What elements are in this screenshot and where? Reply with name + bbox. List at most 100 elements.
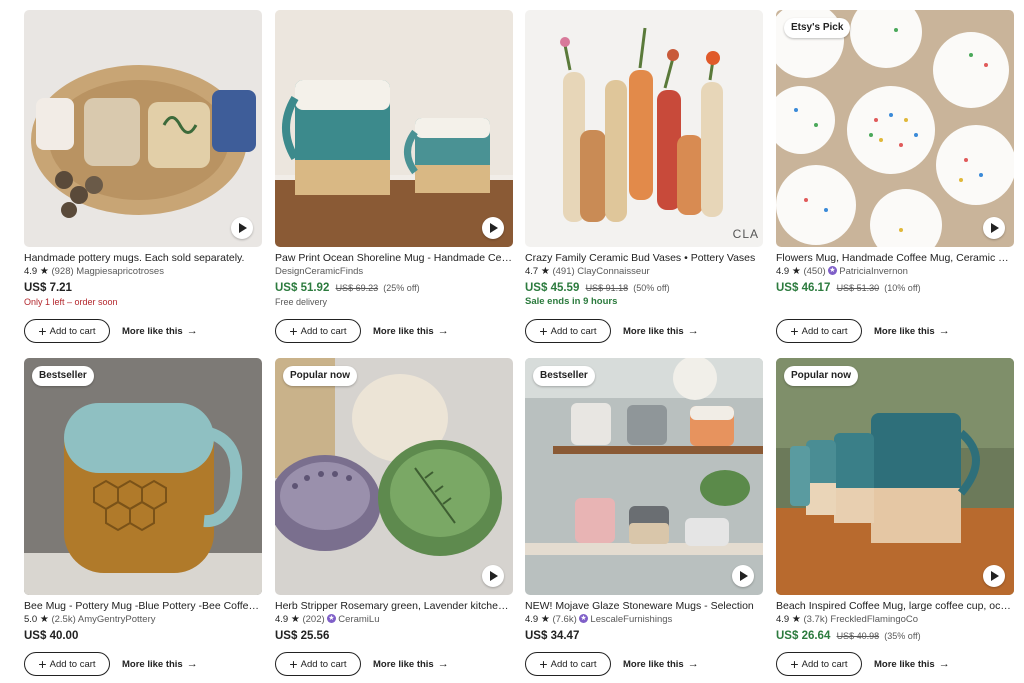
review-count: (928) [51,266,77,277]
star-icon: ★ [540,614,550,625]
video-play-icon[interactable] [482,217,504,239]
product-title[interactable]: Flowers Mug, Handmade Coffee Mug, Cerami… [776,252,1014,265]
arrow-right-icon: → [186,325,198,337]
popular-now-badge: Popular now [283,366,357,386]
add-to-cart-button[interactable]: + Add to cart [24,319,110,343]
product-card[interactable]: Popular now Beach Inspired Coffee Mug, l… [776,358,1014,676]
discount-percent: (25% off) [383,283,420,293]
plus-icon: + [790,323,799,339]
product-photo [24,358,262,595]
more-like-this-link[interactable]: More like this → [874,325,950,337]
arrow-right-icon: → [687,325,699,337]
product-rating-row: 4.9 ★ (3.7k) FreckledFlamingoCo [776,613,1014,626]
more-like-this-link[interactable]: More like this → [373,325,449,337]
product-title[interactable]: Herb Stripper Rosemary green, Lavender k… [275,600,513,613]
stock-note: Only 1 left – order soon [24,297,118,307]
product-title[interactable]: Bee Mug - Pottery Mug -Blue Pottery -Bee… [24,600,262,613]
more-like-this-link[interactable]: More like this → [122,658,198,670]
arrow-right-icon: → [687,658,699,670]
add-to-cart-button[interactable]: + Add to cart [776,652,862,676]
arrow-right-icon: → [938,658,950,670]
product-photo [525,358,763,595]
price: US$ 25.56 [275,630,330,642]
price: US$ 40.00 [24,630,79,642]
product-image[interactable]: Bestseller [24,358,262,595]
popular-now-badge: Popular now [784,366,858,386]
review-count: (450) [803,266,829,277]
star-icon: ★ [791,614,801,625]
add-to-cart-button[interactable]: + Add to cart [275,652,361,676]
product-card[interactable]: Etsy's Pick Flowers Mug, Handmade Coffee… [776,10,1014,343]
rating-value: 5.0 [24,614,38,625]
product-image[interactable]: Popular now [275,358,513,595]
rating-value: 4.9 [24,266,38,277]
plus-icon: + [38,323,47,339]
product-image[interactable] [275,10,513,247]
shop-name[interactable]: PatriciaInvernon [839,266,908,277]
video-play-icon[interactable] [983,565,1005,587]
discount-percent: (10% off) [884,283,921,293]
product-image[interactable]: Bestseller [525,358,763,595]
card-actions: + Add to cart More like this → [525,652,699,676]
shop-name[interactable]: AmyGentryPottery [78,614,156,625]
arrow-right-icon: → [437,325,449,337]
shop-name[interactable]: LescaleFurnishings [590,614,672,625]
product-title[interactable]: Crazy Family Ceramic Bud Vases • Pottery… [525,252,763,265]
star-seller-icon [327,613,337,625]
more-like-this-link[interactable]: More like this → [373,658,449,670]
price: US$ 7.21 [24,282,72,294]
card-actions: + Add to cart More like this → [24,319,198,343]
shop-name[interactable]: ClayConnaisseur [577,266,649,277]
sale-price: US$ 51.92 [275,282,330,294]
shop-name[interactable]: Magpiesapricotroses [76,266,164,277]
product-card[interactable]: Bestseller NEW! Mojave Glaze Stoneware M… [525,358,763,676]
star-seller-icon [579,613,589,625]
product-grid: Handmade pottery mugs. Each sold separat… [0,0,1024,683]
more-like-this-link[interactable]: More like this → [623,658,699,670]
arrow-right-icon: → [186,658,198,670]
video-play-icon[interactable] [231,217,253,239]
product-title[interactable]: NEW! Mojave Glaze Stoneware Mugs - Selec… [525,600,763,613]
plus-icon: + [539,323,548,339]
product-card[interactable]: Bestseller Bee Mug - Pottery Mug -Blue P… [24,358,262,676]
sale-price: US$ 26.64 [776,630,831,642]
add-to-cart-button[interactable]: + Add to cart [24,652,110,676]
more-like-this-link[interactable]: More like this → [874,658,950,670]
star-icon: ★ [540,266,550,277]
video-play-icon[interactable] [732,565,754,587]
product-card[interactable]: CLA Crazy Family Ceramic Bud Vases • Pot… [525,10,763,343]
product-image[interactable]: Etsy's Pick [776,10,1014,247]
product-card[interactable]: Paw Print Ocean Shoreline Mug - Handmade… [275,10,513,343]
review-count: (7.6k) [552,614,580,625]
price-row: US$ 40.00 [24,629,262,644]
product-image[interactable] [24,10,262,247]
product-title[interactable]: Beach Inspired Coffee Mug, large coffee … [776,600,1014,613]
add-to-cart-button[interactable]: + Add to cart [275,319,361,343]
shop-name[interactable]: CeramiLu [338,614,379,625]
delivery-note: Free delivery [275,297,328,307]
more-like-this-link[interactable]: More like this → [623,325,699,337]
rating-value: 4.9 [776,614,790,625]
shop-name[interactable]: DesignCeramicFinds [275,266,363,277]
product-rating-row: 4.7 ★ (491) ClayConnaisseur [525,265,763,278]
more-like-this-link[interactable]: More like this → [122,325,198,337]
shop-name[interactable]: FreckledFlamingoCo [830,614,918,625]
card-actions: + Add to cart More like this → [525,319,699,343]
star-seller-icon [828,265,838,277]
product-card[interactable]: Handmade pottery mugs. Each sold separat… [24,10,262,343]
add-to-cart-button[interactable]: + Add to cart [525,319,611,343]
rating-value: 4.9 [525,614,539,625]
product-photo [24,10,262,247]
video-play-icon[interactable] [482,565,504,587]
product-title[interactable]: Handmade pottery mugs. Each sold separat… [24,252,262,265]
arrow-right-icon: → [437,658,449,670]
product-image[interactable]: Popular now [776,358,1014,595]
add-to-cart-button[interactable]: + Add to cart [525,652,611,676]
price-row: US$ 25.56 [275,629,513,644]
product-title[interactable]: Paw Print Ocean Shoreline Mug - Handmade… [275,252,513,265]
video-play-icon[interactable] [983,217,1005,239]
add-to-cart-button[interactable]: + Add to cart [776,319,862,343]
product-rating-row: 4.9 ★ (450) PatriciaInvernon [776,265,1014,278]
product-card[interactable]: Popular now Herb Stripper Rosemary green… [275,358,513,676]
product-image[interactable]: CLA [525,10,763,247]
